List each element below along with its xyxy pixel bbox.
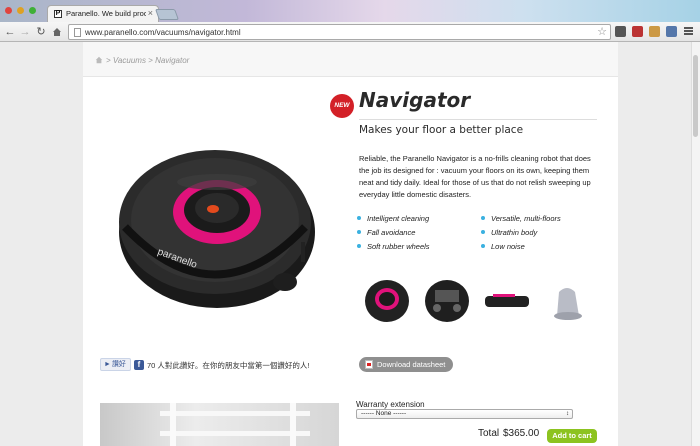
url-text[interactable]: www.paranello.com/vacuums/navigator.html (85, 28, 241, 37)
bullet-icon (357, 230, 361, 234)
warranty-label: Warranty extension (356, 400, 425, 409)
browser-tab[interactable]: P Paranello. We build products × (47, 5, 159, 22)
tab-title: Paranello. We build products (66, 9, 146, 18)
facebook-icon[interactable]: f (134, 360, 144, 370)
total-price: $365.00 (503, 428, 540, 439)
extension-icon[interactable] (615, 26, 626, 37)
extension-icon[interactable] (666, 26, 677, 37)
breadcrumb-path[interactable]: > Vacuums > Navigator (106, 56, 189, 65)
feature-label: Versatile, multi-floors (491, 214, 561, 223)
browser-tab-bar: P Paranello. We build products × (0, 0, 700, 22)
product-thumbnail[interactable] (543, 278, 591, 324)
facebook-like-button[interactable]: ►讚好 (100, 358, 131, 371)
page-icon (74, 28, 81, 37)
like-label: 讚好 (111, 361, 126, 368)
new-badge: NEW (330, 94, 354, 118)
product-description: Reliable, the Paranello Navigator is a n… (359, 154, 591, 199)
new-tab-button[interactable] (154, 9, 180, 20)
close-window-button[interactable] (5, 7, 12, 14)
chevron-updown-icon: ↕ (566, 411, 569, 417)
feature-label: Low noise (491, 242, 525, 251)
browser-toolbar: ← → ↻ www.paranello.com/vacuums/navigato… (0, 22, 700, 42)
add-to-cart-button[interactable]: Add to cart (547, 429, 597, 443)
breadcrumb: > Vacuums > Navigator (83, 42, 618, 77)
bullet-icon (481, 216, 485, 220)
forward-arrow-icon[interactable]: → (18, 25, 32, 39)
feature-label: Soft rubber wheels (367, 242, 430, 251)
feature-item: Soft rubber wheels (357, 242, 430, 251)
feature-item: Ultrathin body (481, 228, 537, 237)
product-title: Navigator (359, 88, 471, 112)
product-thumbnail[interactable] (363, 278, 411, 324)
thumbs-up-icon: ► (104, 361, 111, 368)
page-content: > Vacuums > Navigator paranello NEW Navi… (83, 42, 618, 446)
extension-icon[interactable] (632, 26, 643, 37)
favicon-icon: P (54, 10, 62, 18)
maximize-window-button[interactable] (29, 7, 36, 14)
reload-icon[interactable]: ↻ (34, 25, 48, 39)
download-datasheet-button[interactable]: Download datasheet (359, 357, 453, 372)
bullet-icon (357, 216, 361, 220)
bullet-icon (357, 244, 361, 248)
feature-label: Fall avoidance (367, 228, 416, 237)
address-bar[interactable]: www.paranello.com/vacuums/navigator.html… (68, 24, 611, 40)
feature-item: Intelligent cleaning (357, 214, 429, 223)
home-icon[interactable] (50, 25, 64, 39)
product-thumbnail[interactable] (483, 278, 531, 324)
scrollbar-thumb[interactable] (693, 55, 698, 137)
feature-label: Ultrathin body (491, 228, 538, 237)
extension-icon[interactable] (649, 26, 660, 37)
feature-item: Low noise (481, 242, 525, 251)
feature-item: Fall avoidance (357, 228, 415, 237)
bullet-icon (481, 230, 485, 234)
warranty-select[interactable]: ------ None ------ ↕ (356, 409, 573, 419)
tab-close-icon[interactable]: × (148, 8, 153, 18)
total-label: Total (478, 428, 500, 439)
pdf-icon (365, 360, 373, 369)
bullet-icon (481, 244, 485, 248)
bookmark-star-icon[interactable]: ☆ (597, 25, 607, 38)
menu-icon[interactable] (684, 27, 693, 36)
like-count-text: 70 人對此讚好。在你的朋友中當第一個讚好的人! (147, 361, 310, 370)
feature-item: Versatile, multi-floors (481, 214, 561, 223)
divider (359, 119, 597, 120)
promo-image (100, 403, 339, 446)
download-label: Download datasheet (377, 360, 446, 369)
feature-label: Intelligent cleaning (367, 214, 430, 223)
back-arrow-icon[interactable]: ← (3, 25, 17, 39)
product-thumbnail[interactable] (423, 278, 471, 324)
home-icon[interactable] (95, 56, 103, 64)
product-image: paranello (119, 150, 315, 308)
warranty-selected-value: ------ None ------ (361, 410, 407, 417)
product-subtitle: Makes your floor a better place (359, 124, 524, 136)
minimize-window-button[interactable] (17, 7, 24, 14)
